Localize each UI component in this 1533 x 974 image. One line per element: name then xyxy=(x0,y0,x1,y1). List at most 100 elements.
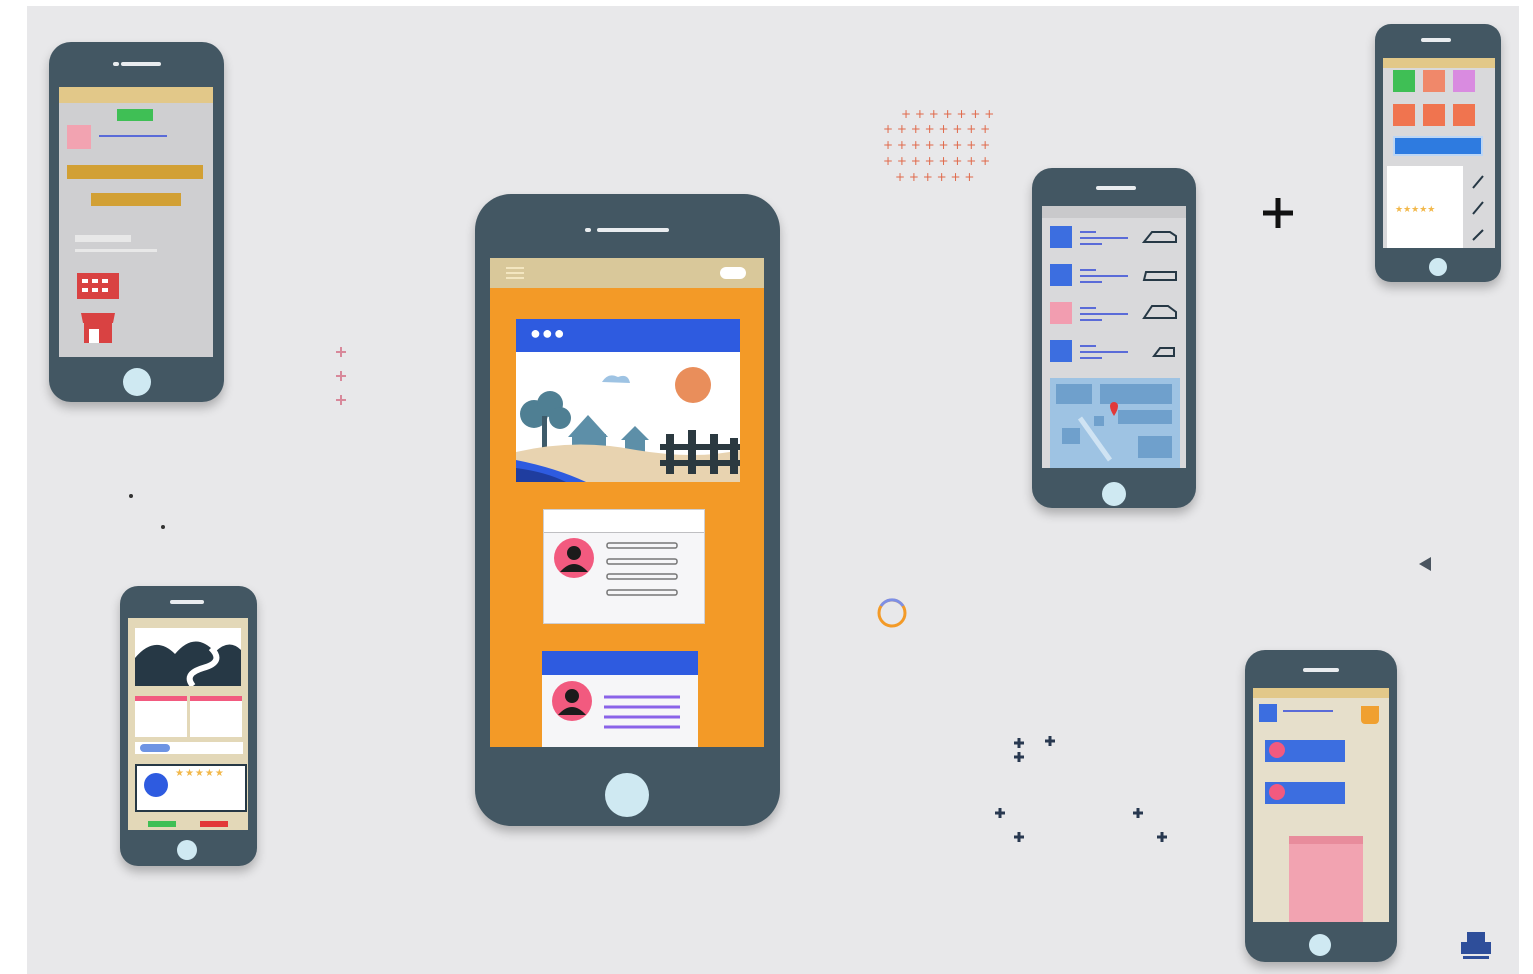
map-view xyxy=(1050,378,1180,468)
svg-text:+ + + + + + +: + + + + + + + xyxy=(901,107,994,121)
phone-speaker xyxy=(121,62,161,66)
toggle-icon xyxy=(140,744,170,752)
profile-list-card xyxy=(542,651,698,747)
uncdf-logo-mark xyxy=(1461,932,1491,959)
app-header xyxy=(1383,58,1495,68)
gold-bar xyxy=(67,165,203,179)
green-button xyxy=(117,109,153,121)
top-left-phone-screen xyxy=(59,87,213,357)
card-title-bar: ●●● xyxy=(516,319,740,352)
svg-text:+ + + + + + + +: + + + + + + + + xyxy=(883,154,990,168)
right-middle-phone xyxy=(1032,168,1196,508)
text-lines xyxy=(604,695,680,729)
note-card xyxy=(1289,836,1363,922)
list-item xyxy=(1050,226,1072,248)
list-item xyxy=(1050,302,1072,324)
text-lines xyxy=(75,249,157,252)
road-landscape-image xyxy=(135,628,241,686)
text-lines xyxy=(1283,710,1333,712)
svg-text:+ + + + + + + +: + + + + + + + + xyxy=(883,122,990,136)
store-icon xyxy=(77,273,119,299)
small-dots-decoration xyxy=(129,494,165,529)
card-pink xyxy=(135,696,187,737)
tool-tile xyxy=(1453,104,1475,126)
phone-camera xyxy=(585,228,591,232)
check-icon xyxy=(1269,742,1285,758)
list-item xyxy=(1050,264,1072,286)
review-card: ★★★★★ xyxy=(135,764,247,812)
bottom-left-phone-screen: ★★★★★ xyxy=(128,618,248,830)
app-header xyxy=(1042,206,1186,218)
top-left-phone xyxy=(49,42,224,402)
app-header xyxy=(490,258,764,288)
home-button xyxy=(177,840,197,860)
phone-speaker xyxy=(597,228,669,232)
uncdf-logo xyxy=(1459,930,1493,964)
bottom-left-phone: ★★★★★ xyxy=(120,586,257,866)
menu-icon xyxy=(506,267,524,279)
phone-camera xyxy=(113,62,119,66)
avatar-icon xyxy=(554,538,594,578)
avatar-square xyxy=(1259,704,1277,722)
home-button xyxy=(123,368,151,396)
text-lines xyxy=(606,542,678,596)
text-lines xyxy=(99,135,167,137)
app-header xyxy=(1253,688,1389,698)
home-button xyxy=(1102,482,1126,506)
dot-grid-decoration: + + + + + + + + + + + + + + + + + + + + … xyxy=(883,107,994,184)
tools-icon xyxy=(1472,175,1484,241)
phone-speaker xyxy=(1096,186,1136,190)
car-list-lines xyxy=(1080,231,1177,359)
triangle-decoration xyxy=(1419,557,1431,571)
landscape-image xyxy=(516,352,740,482)
top-right-phone-screen: ★★★★★ xyxy=(1383,58,1495,248)
gold-bar xyxy=(91,193,181,206)
svg-text:+ + + + + +: + + + + + + xyxy=(895,170,974,184)
rating-stars: ★★★★★ xyxy=(1395,204,1436,214)
more-dots-icon: ●●● xyxy=(530,323,566,343)
bottom-right-phone-screen xyxy=(1253,688,1389,922)
list-item xyxy=(1050,340,1072,362)
center-phone-screen: ●●● xyxy=(490,258,764,747)
center-phone: ●●● xyxy=(475,194,780,826)
card-title-bar xyxy=(542,651,698,675)
service-tile xyxy=(1393,104,1415,126)
svg-text:+ + + + + + + +: + + + + + + + + xyxy=(883,138,990,152)
red-button xyxy=(200,821,228,827)
illustration-stage: + + + + + + + + + + + + + + + + + + + + … xyxy=(27,6,1519,974)
pink-plus-decoration xyxy=(336,347,346,405)
ring-decoration xyxy=(877,598,907,628)
app-header xyxy=(59,87,213,103)
shop-icon xyxy=(81,313,115,343)
service-tile xyxy=(1423,70,1445,92)
profile-card: ★★★★★ xyxy=(1387,166,1463,248)
card-pink xyxy=(190,696,242,737)
landscape-card: ●●● xyxy=(516,319,740,482)
black-plus-decoration xyxy=(1263,198,1293,228)
profile-card-header xyxy=(544,510,704,533)
top-right-phone: ★★★★★ xyxy=(1375,24,1501,282)
basket-icon xyxy=(1361,706,1379,724)
phone-speaker xyxy=(1303,668,1339,672)
toggle-icon xyxy=(720,267,746,279)
service-tile xyxy=(1393,70,1415,92)
green-button xyxy=(148,821,176,827)
avatar-icon xyxy=(144,773,168,797)
avatar-icon xyxy=(552,681,592,721)
car-tile xyxy=(1423,104,1445,126)
search-bar xyxy=(1393,136,1483,156)
rating-stars: ★★★★★ xyxy=(175,768,225,779)
bottom-right-phone xyxy=(1245,650,1397,962)
home-button xyxy=(1429,258,1447,276)
check-icon xyxy=(1269,784,1285,800)
avatar-square xyxy=(67,125,91,149)
profile-card xyxy=(543,509,705,624)
home-button xyxy=(1309,934,1331,956)
phone-speaker xyxy=(170,600,204,604)
phone-speaker xyxy=(1421,38,1451,42)
text-lines xyxy=(75,235,131,242)
note-header xyxy=(1289,836,1363,844)
home-button xyxy=(605,773,649,817)
service-tile xyxy=(1453,70,1475,92)
right-middle-phone-screen xyxy=(1042,206,1186,468)
